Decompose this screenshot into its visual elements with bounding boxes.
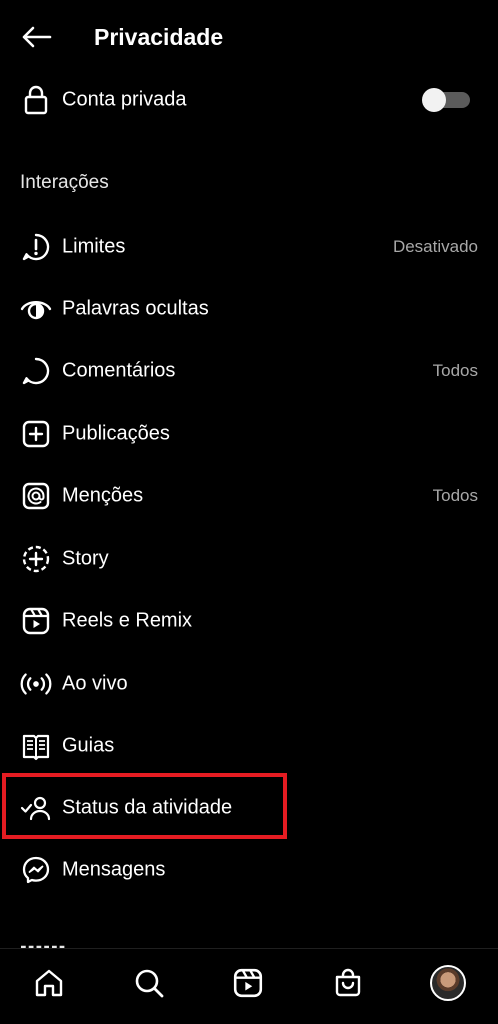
comment-icon	[20, 355, 52, 387]
menu-item-label: Limites	[62, 235, 126, 258]
live-icon	[20, 668, 52, 700]
menu-item-guides[interactable]: Guias	[0, 718, 498, 774]
page-title: Privacidade	[94, 24, 224, 50]
at-icon	[20, 480, 52, 512]
menu-item-label: Story	[62, 547, 109, 570]
arrow-left-icon	[22, 26, 52, 48]
nav-shop[interactable]	[328, 963, 368, 1003]
menu-item-label: Comentários	[62, 359, 176, 382]
menu-item-live[interactable]: Ao vivo	[0, 656, 498, 712]
plus-square-icon	[20, 418, 52, 450]
story-icon	[20, 543, 52, 575]
menu-item-label: Status da atividade	[62, 796, 233, 819]
menu-item-comments[interactable]: Comentários Todos	[0, 343, 498, 399]
limits-icon	[20, 231, 52, 263]
menu-item-label: Ao vivo	[62, 672, 128, 695]
search-icon	[135, 969, 164, 998]
menu-item-label: Menções	[62, 484, 144, 507]
menu-item-label: Publicações	[62, 422, 170, 445]
menu-item-posts[interactable]: Publicações	[0, 406, 498, 462]
shop-icon	[335, 968, 361, 997]
back-button[interactable]	[18, 22, 54, 52]
menu-item-value: Todos	[432, 361, 478, 380]
guides-icon	[20, 730, 52, 762]
nav-search[interactable]	[129, 963, 169, 1003]
menu-item-label: Palavras ocultas	[62, 297, 209, 320]
eye-icon	[20, 293, 52, 325]
menu-item-reels-remix[interactable]: Reels e Remix	[0, 593, 498, 649]
private-account-toggle[interactable]	[422, 88, 472, 112]
nav-reels[interactable]	[228, 963, 268, 1003]
menu-item-value: Desativado	[392, 237, 478, 256]
header: Privacidade	[0, 0, 498, 74]
menu-item-story[interactable]: Story	[0, 531, 498, 587]
menu-item-activity-status[interactable]: Status da atividade	[0, 780, 498, 836]
menu-item-label: Reels e Remix	[62, 609, 193, 632]
next-section-title-cut: ▪▪▪▪▪▪	[20, 934, 120, 948]
nav-profile[interactable]	[428, 963, 468, 1003]
profile-avatar	[430, 965, 466, 1001]
menu-item-mentions[interactable]: Menções Todos	[0, 468, 498, 524]
nav-home[interactable]	[29, 963, 69, 1003]
messenger-icon	[20, 854, 52, 886]
menu-item-label: Mensagens	[62, 858, 166, 881]
reels-icon	[20, 605, 52, 637]
section-title-interactions: Interações	[20, 172, 109, 193]
menu-item-hidden-words[interactable]: Palavras ocultas	[0, 281, 498, 337]
lock-icon	[20, 84, 52, 116]
menu-item-messages[interactable]: Mensagens	[0, 842, 498, 898]
menu-item-label: Guias	[62, 734, 115, 757]
bottom-navigation	[0, 948, 498, 1024]
menu-item-value: Todos	[432, 486, 478, 505]
menu-item-limits[interactable]: Limites Desativado	[0, 219, 498, 275]
activity-status-icon	[20, 792, 52, 824]
toggle-knob	[422, 88, 446, 112]
reels-icon	[233, 968, 263, 998]
private-account-label: Conta privada	[62, 88, 187, 111]
home-icon	[35, 969, 63, 997]
